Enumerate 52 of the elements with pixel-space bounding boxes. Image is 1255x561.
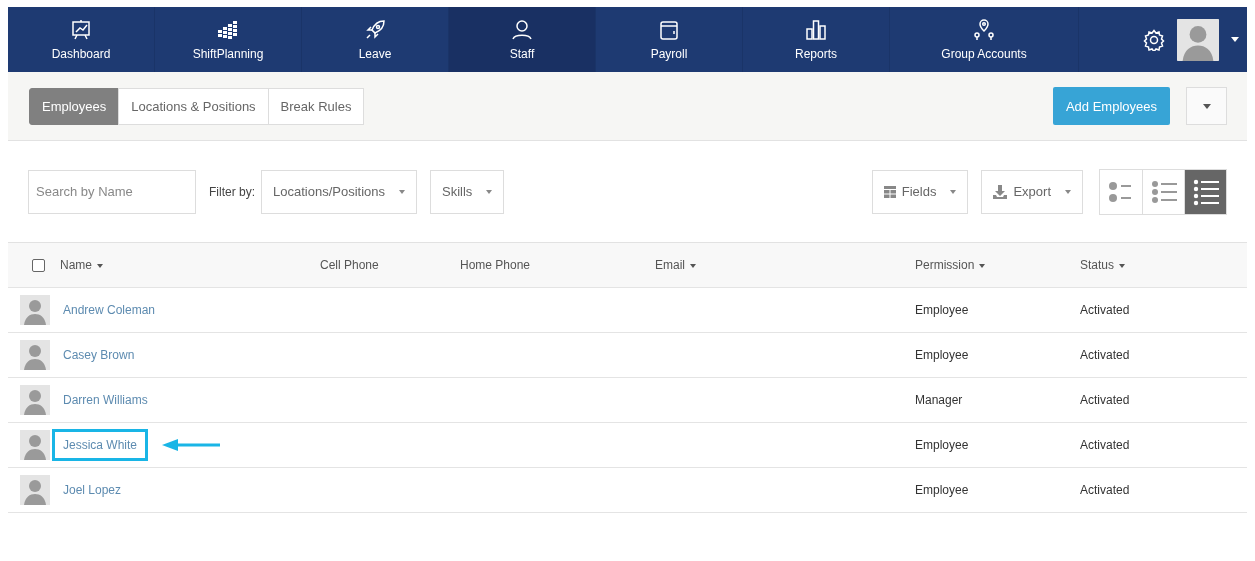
- column-header[interactable]: Email: [655, 258, 696, 272]
- column-header[interactable]: Status: [1080, 258, 1126, 272]
- grid-chart-icon: [217, 18, 239, 41]
- settings-icon: [1143, 28, 1165, 51]
- table-cell: Employee: [915, 483, 969, 497]
- bar-chart-icon: [805, 18, 827, 41]
- filter-dropdown[interactable]: Locations/Positions: [261, 169, 418, 214]
- list-view-icon: [1191, 177, 1220, 206]
- person-icon: [511, 18, 533, 41]
- rocket-icon: [364, 18, 386, 41]
- table-cell: Employee: [915, 348, 969, 362]
- table-icon: [883, 185, 896, 198]
- employee-name-link[interactable]: Andrew Coleman: [52, 294, 167, 326]
- wallet-icon: [658, 18, 680, 41]
- table-cell: Employee: [915, 438, 969, 452]
- avatar-icon: [20, 295, 50, 325]
- subtab[interactable]: Break Rules: [267, 87, 365, 125]
- table-cell: Activated: [1080, 303, 1130, 317]
- column-header[interactable]: Name: [60, 258, 103, 272]
- table-cell: Activated: [1080, 348, 1130, 362]
- avatar-icon: [20, 385, 50, 415]
- column-header[interactable]: Home Phone: [460, 258, 531, 272]
- table-cell: Activated: [1080, 483, 1130, 497]
- checkbox[interactable]: [32, 258, 45, 272]
- avatar-icon: [20, 340, 50, 370]
- view-toggle[interactable]: [1184, 169, 1226, 214]
- employee-name-link[interactable]: Joel Lopez: [52, 474, 133, 506]
- column-header[interactable]: Permission: [915, 258, 986, 272]
- table-cell: Manager: [915, 393, 963, 407]
- download-icon: [993, 184, 1008, 199]
- chart-board-icon: [70, 18, 92, 41]
- nav-tab[interactable]: Staff: [449, 7, 596, 72]
- table-cell: Activated: [1080, 393, 1130, 407]
- fields-button[interactable]: Fields: [871, 169, 969, 214]
- subtab[interactable]: Employees: [29, 87, 120, 125]
- export-button[interactable]: Export: [981, 169, 1083, 214]
- table-cell: Activated: [1080, 438, 1130, 452]
- employee-name-link[interactable]: Jessica White: [52, 429, 149, 461]
- employee-name-link[interactable]: Darren Williams: [52, 384, 159, 416]
- search-field[interactable]: Search by Name: [28, 169, 196, 214]
- filter-label: Filter by:: [209, 184, 255, 199]
- map-pins-icon: [973, 18, 995, 41]
- pointer-arrow: [162, 439, 221, 451]
- employee-name-link[interactable]: Casey Brown: [52, 339, 146, 371]
- filter-dropdown[interactable]: Skills: [430, 169, 505, 214]
- avatar-icon: [20, 475, 50, 505]
- avatar-icon[interactable]: [1177, 17, 1219, 62]
- subtab[interactable]: Locations & Positions: [118, 87, 269, 125]
- column-header[interactable]: Cell Phone: [320, 258, 379, 272]
- caret-icon[interactable]: [1231, 37, 1239, 42]
- table-cell: Employee: [915, 303, 969, 317]
- avatar-icon: [20, 430, 50, 460]
